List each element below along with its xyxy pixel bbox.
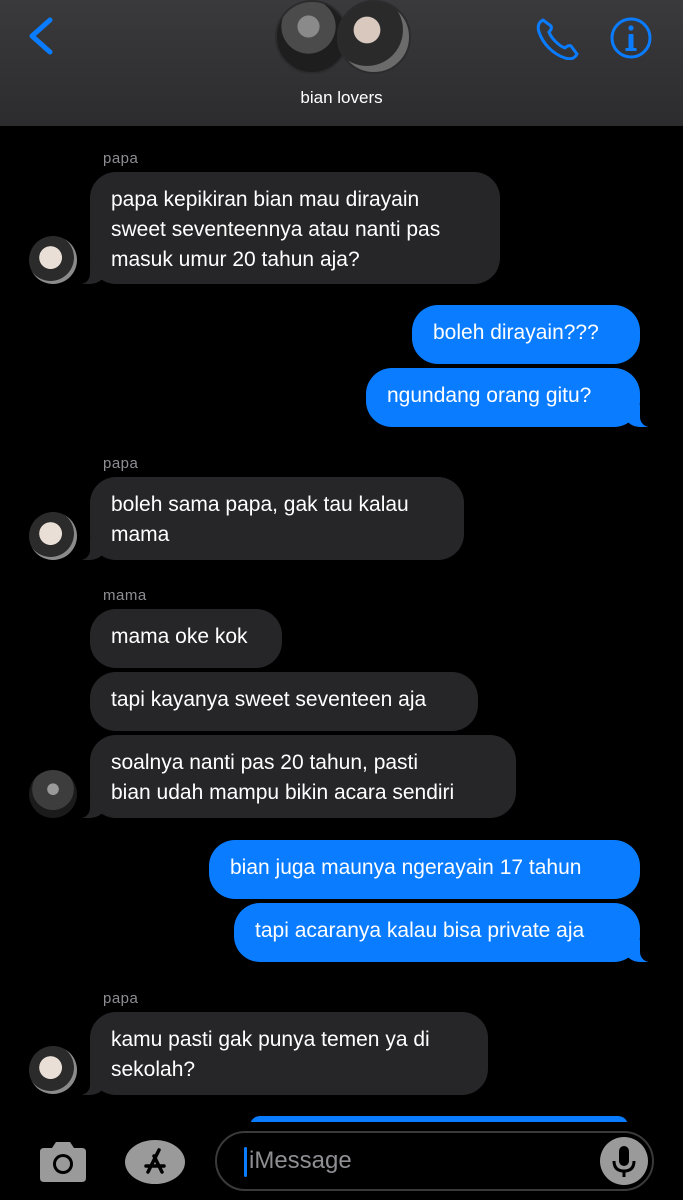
message-line: masuk umur 20 tahun aja? — [111, 248, 360, 271]
sender-avatar[interactable] — [29, 770, 77, 818]
message-line: mama — [111, 523, 170, 546]
camera-icon — [40, 1142, 86, 1182]
message-line: boleh sama papa, gak tau kalau — [111, 493, 409, 516]
info-button[interactable] — [609, 16, 653, 60]
text-cursor — [244, 1147, 247, 1177]
chat-header: bian lovers — [0, 0, 683, 126]
sender-avatar[interactable] — [29, 512, 77, 560]
conversation-title[interactable]: bian lovers — [0, 88, 683, 108]
message-text: tapi acaranya kalau bisa private aja — [255, 919, 585, 942]
message-placeholder: iMessage — [249, 1147, 352, 1174]
microphone-button[interactable] — [600, 1137, 648, 1185]
incoming-message[interactable]: soalnya nanti pas 20 tahun, pasti bian u… — [70, 735, 516, 818]
incoming-message[interactable]: papa kepikiran bian mau dirayain sweet s… — [70, 172, 500, 284]
message-line: bian udah mampu bikin acara sendiri — [111, 781, 455, 804]
sender-avatar[interactable] — [29, 1046, 77, 1094]
message-text: ngundang orang gitu? — [387, 384, 592, 407]
sender-name: papa — [103, 150, 139, 167]
message-line: sweet seventeennya atau nanti pas — [111, 218, 441, 241]
sender-name: papa — [103, 455, 139, 472]
group-avatar[interactable] — [275, 0, 411, 74]
incoming-message[interactable]: kamu pasti gak punya temen ya di sekolah… — [70, 1012, 488, 1095]
member-avatar — [337, 0, 411, 74]
camera-button[interactable] — [36, 1138, 90, 1186]
message-text: bian juga maunya ngerayain 17 tahun — [230, 856, 582, 879]
message-line: sekolah? — [111, 1058, 196, 1081]
outgoing-message[interactable]: boleh dirayain??? — [412, 305, 640, 364]
incoming-message[interactable]: boleh sama papa, gak tau kalau mama — [70, 477, 464, 560]
sender-name: papa — [103, 990, 139, 1007]
message-text: tapi kayanya sweet seventeen aja — [111, 688, 427, 711]
call-button[interactable] — [533, 16, 581, 61]
info-icon — [610, 17, 652, 59]
app-store-icon — [125, 1140, 185, 1184]
back-button[interactable] — [24, 14, 64, 58]
message-line: papa kepikiran bian mau dirayain — [111, 188, 420, 211]
chevron-left-icon — [29, 17, 53, 55]
sender-name: mama — [103, 587, 147, 604]
phone-icon — [536, 18, 579, 61]
message-text: mama oke kok — [111, 625, 248, 648]
message-text: boleh dirayain??? — [433, 321, 599, 344]
message-line: soalnya nanti pas 20 tahun, pasti — [111, 751, 419, 774]
message-line: kamu pasti gak punya temen ya di — [111, 1028, 430, 1051]
outgoing-message[interactable]: bian juga maunya ngerayain 17 tahun — [209, 840, 640, 899]
incoming-message[interactable]: mama oke kok — [90, 609, 282, 668]
microphone-icon — [612, 1146, 636, 1177]
message-input[interactable]: iMessage — [215, 1131, 654, 1191]
outgoing-message[interactable]: tapi acaranya kalau bisa private aja — [234, 903, 660, 962]
incoming-message[interactable]: tapi kayanya sweet seventeen aja — [90, 672, 478, 731]
app-store-button[interactable] — [124, 1138, 186, 1186]
sender-avatar[interactable] — [29, 236, 77, 284]
outgoing-message[interactable]: ngundang orang gitu? — [366, 368, 660, 427]
